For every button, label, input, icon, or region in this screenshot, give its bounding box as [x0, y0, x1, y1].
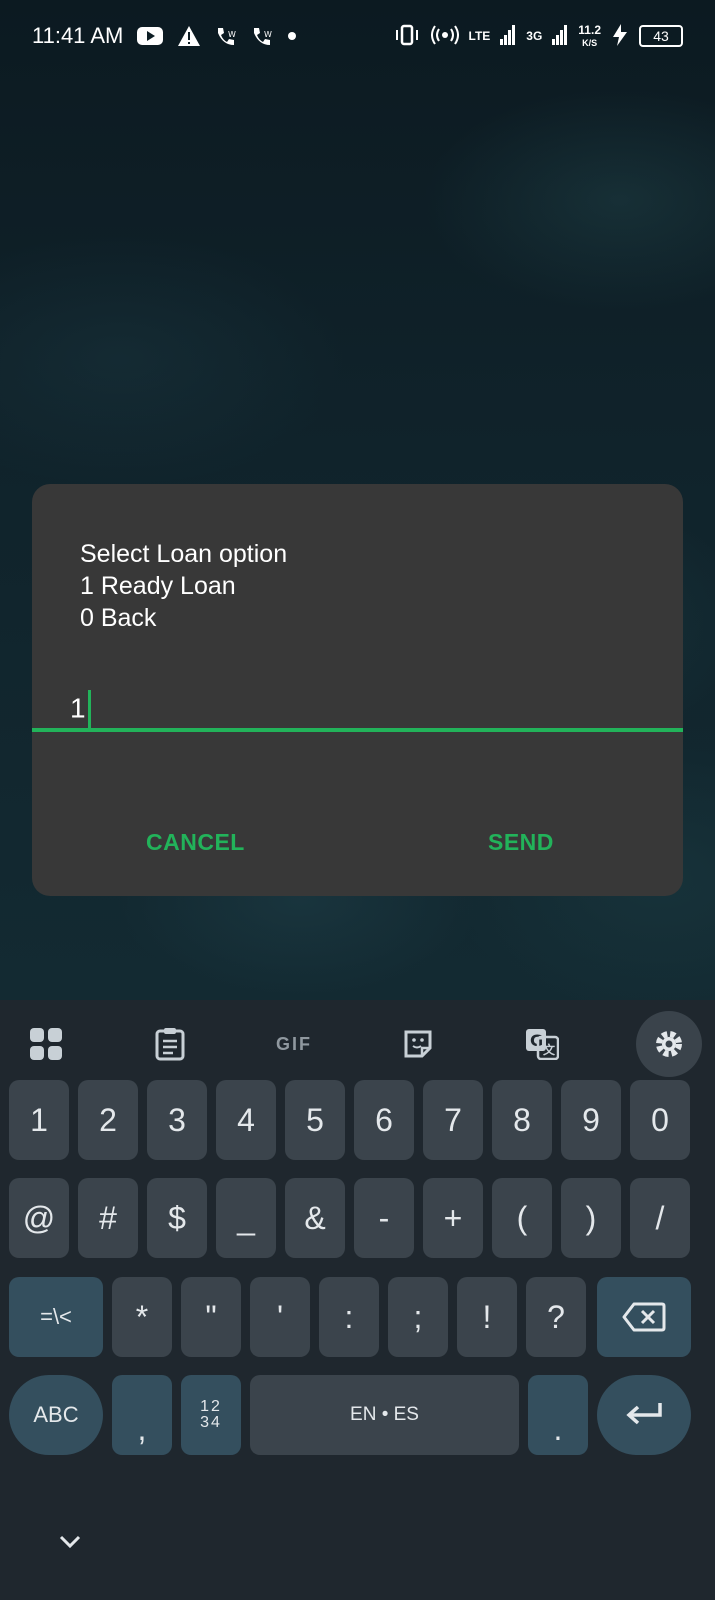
- send-button[interactable]: SEND: [488, 829, 554, 856]
- comma-label: ,: [137, 1410, 147, 1447]
- symbol-key[interactable]: /: [630, 1178, 690, 1258]
- translate-icon[interactable]: G文: [512, 1014, 572, 1074]
- space-key[interactable]: EN • ES: [250, 1375, 519, 1455]
- numpad-key[interactable]: 12 34: [181, 1375, 241, 1455]
- gif-icon[interactable]: GIF: [264, 1014, 324, 1074]
- keyboard-toolbar: GIF G文: [0, 1000, 715, 1086]
- dialog-message: Select Loan option 1 Ready Loan 0 Back: [80, 538, 287, 634]
- hotspot-icon: [430, 24, 459, 49]
- key-8[interactable]: 8: [492, 1080, 552, 1160]
- text-caret: [87, 690, 91, 730]
- symbol-key[interactable]: _: [216, 1178, 276, 1258]
- numpad-label-bottom: 34: [200, 1414, 222, 1431]
- symbol-key[interactable]: ": [181, 1277, 241, 1357]
- symbol-key[interactable]: -: [354, 1178, 414, 1258]
- sticker-icon[interactable]: [388, 1014, 448, 1074]
- battery-indicator: 43: [639, 25, 683, 47]
- symbol-key[interactable]: +: [423, 1178, 483, 1258]
- input-underline: [32, 728, 683, 732]
- warning-icon: [177, 25, 201, 47]
- symbol-key[interactable]: (: [492, 1178, 552, 1258]
- message-line: 0 Back: [80, 604, 157, 632]
- ussd-dialog: Select Loan option 1 Ready Loan 0 Back 1…: [32, 484, 683, 896]
- status-right: LTE 3G 11.2 K/S 43: [393, 23, 683, 49]
- wifi-call-icon: W: [215, 25, 237, 47]
- symbol-key[interactable]: *: [112, 1277, 172, 1357]
- backspace-icon: [622, 1302, 666, 1332]
- symbol-key[interactable]: ): [561, 1178, 621, 1258]
- comma-key[interactable]: ,: [112, 1375, 172, 1455]
- signal-icon: [552, 24, 568, 48]
- key-0[interactable]: 0: [630, 1080, 690, 1160]
- symbol-key[interactable]: ;: [388, 1277, 448, 1357]
- abc-key[interactable]: ABC: [9, 1375, 103, 1455]
- apps-grid-icon[interactable]: [16, 1014, 76, 1074]
- dot-icon: [287, 31, 297, 41]
- symbol-key[interactable]: !: [457, 1277, 517, 1357]
- svg-text:W: W: [264, 30, 272, 39]
- svg-text:W: W: [228, 30, 236, 39]
- key-4[interactable]: 4: [216, 1080, 276, 1160]
- enter-key[interactable]: [597, 1375, 691, 1455]
- key-2[interactable]: 2: [78, 1080, 138, 1160]
- status-time: 11:41 AM: [32, 23, 124, 48]
- response-input-value: 1: [70, 690, 91, 730]
- key-9[interactable]: 9: [561, 1080, 621, 1160]
- response-input[interactable]: 1: [32, 684, 683, 732]
- key-6[interactable]: 6: [354, 1080, 414, 1160]
- chevron-down-icon[interactable]: [52, 1530, 88, 1554]
- svg-text:G: G: [530, 1031, 543, 1050]
- message-line: 1 Ready Loan: [80, 572, 236, 600]
- youtube-icon: [137, 26, 164, 46]
- symbol-key[interactable]: ': [250, 1277, 310, 1357]
- period-label: .: [553, 1410, 563, 1447]
- symbol-key[interactable]: ?: [526, 1277, 586, 1357]
- signal-icon: [500, 24, 516, 48]
- vibrate-icon: [393, 24, 421, 49]
- numpad-label: 12 34: [200, 1399, 222, 1431]
- symbol-key[interactable]: @: [9, 1178, 69, 1258]
- status-bar: 11:41 AM W W LTE 3G 11.2 K/S 43: [0, 0, 715, 72]
- network-speed: 11.2 K/S: [578, 24, 601, 49]
- period-key[interactable]: .: [528, 1375, 588, 1455]
- symbol-key[interactable]: #: [78, 1178, 138, 1258]
- key-3[interactable]: 3: [147, 1080, 207, 1160]
- gif-label: GIF: [276, 1033, 312, 1054]
- speed-unit: K/S: [582, 37, 598, 48]
- symbol-key[interactable]: &: [285, 1178, 345, 1258]
- lte-label: LTE: [468, 29, 491, 43]
- key-1[interactable]: 1: [9, 1080, 69, 1160]
- key-5[interactable]: 5: [285, 1080, 345, 1160]
- symbol-key[interactable]: :: [319, 1277, 379, 1357]
- backspace-key[interactable]: [597, 1277, 691, 1357]
- speed-value: 11.2: [578, 22, 601, 37]
- enter-icon: [626, 1403, 662, 1425]
- numpad-label-top: 12: [200, 1398, 222, 1415]
- wifi-call-icon: W: [251, 25, 273, 47]
- 3g-label: 3G: [526, 29, 543, 43]
- input-text: 1: [70, 692, 86, 724]
- clipboard-icon[interactable]: [140, 1014, 200, 1074]
- soft-keyboard: GIF G文 1 2 3 4 5 6 7 8 9 0 @ # $ _ & - +() / * " ':;!? =\< A…: [0, 1000, 715, 1600]
- symbols-more-key[interactable]: =\<: [9, 1277, 103, 1357]
- gear-icon[interactable]: [636, 1011, 702, 1077]
- cancel-button[interactable]: CANCEL: [146, 829, 245, 856]
- charging-icon: [611, 23, 629, 49]
- symbol-key[interactable]: $: [147, 1178, 207, 1258]
- key-7[interactable]: 7: [423, 1080, 483, 1160]
- message-line: Select Loan option: [80, 540, 288, 568]
- svg-text:文: 文: [543, 1042, 556, 1057]
